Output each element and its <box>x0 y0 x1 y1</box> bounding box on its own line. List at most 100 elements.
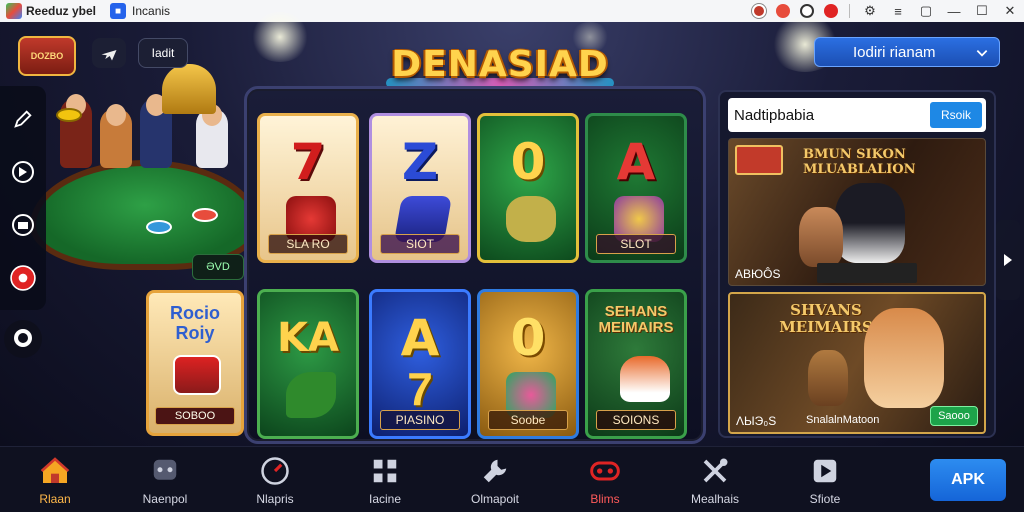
spotlight <box>250 12 310 62</box>
reel-tile[interactable]: A SLOT <box>585 113 687 263</box>
server-select-dropdown[interactable]: Iodiri rianam <box>814 37 1000 67</box>
nav-label: Rlaan <box>39 491 71 506</box>
record-icon[interactable] <box>824 4 838 18</box>
home-icon <box>38 454 72 488</box>
reel-symbol: A <box>400 309 440 367</box>
husky-dog-icon <box>835 183 905 263</box>
wrench-icon <box>478 454 512 488</box>
tools-icon <box>698 454 732 488</box>
featured-game-card[interactable]: SHVANS MEIMAIRS ΛЫЭ₀Ѕ SnalalnMatoon Saoo… <box>728 292 986 434</box>
controller-icon <box>148 454 182 488</box>
nav-item-wrench[interactable]: Olmapoit <box>440 447 550 512</box>
account-avatar-icon[interactable] <box>752 4 766 18</box>
reel-tile[interactable]: SEHANS MEIMAIRS SOIONS <box>585 289 687 439</box>
reel-tile[interactable]: 0 Soobe <box>477 289 579 439</box>
chevron-down-icon <box>976 50 988 57</box>
notification-icon[interactable] <box>776 4 790 18</box>
game-tile-side[interactable]: Rocio Roiy SOBOO <box>146 290 244 436</box>
close-icon[interactable]: ✕ <box>996 0 1024 22</box>
compass-icon <box>12 160 34 183</box>
chat-button[interactable] <box>4 320 42 358</box>
reel-symbol: Z <box>401 133 439 191</box>
reel-label: SOIONS <box>596 410 676 430</box>
screenshot-button[interactable] <box>9 211 37 239</box>
card-title: BMUN SIKON MLUABLALION <box>803 147 916 177</box>
seven-symbol-icon: 7 <box>407 363 433 415</box>
fox-icon <box>864 308 944 408</box>
nav-item-play[interactable]: Sfiote <box>770 447 880 512</box>
record-button[interactable] <box>9 264 37 292</box>
minimize-icon[interactable]: — <box>940 0 968 22</box>
reel-symbol: 7 <box>290 133 326 191</box>
apk-button[interactable]: APK <box>930 459 1006 501</box>
fox-icon <box>620 356 670 402</box>
trophy-crown-icon <box>162 64 216 114</box>
nav-label: Blims <box>590 491 620 506</box>
nav-item-controller[interactable]: Naenpol <box>110 447 220 512</box>
game-logo-badge[interactable]: DOZBO <box>18 36 76 76</box>
panel-header-button[interactable]: Rsoik <box>930 102 982 128</box>
bottom-navigation: Rlaan Naenpol Nlapris Iacine Olmapoit Bl… <box>0 446 1024 512</box>
camera-icon <box>12 213 34 236</box>
gauge-icon <box>258 454 292 488</box>
card-footer: ΛЫЭ₀Ѕ <box>736 414 777 428</box>
settings-icon[interactable]: ⚙ <box>856 0 884 22</box>
reel-tile[interactable]: 7 SLA RO <box>257 113 359 263</box>
gamepad-red-icon <box>588 454 622 488</box>
maximize-icon[interactable]: ☐ <box>968 0 996 22</box>
chip-stack-icon <box>56 108 82 122</box>
reel-tile[interactable]: A 7 PIASINO <box>369 289 471 439</box>
reel-title-art: SEHANS MEIMAIRS <box>598 303 674 336</box>
nav-item-grid[interactable]: Iacine <box>330 447 440 512</box>
side-tile-label: SOBOO <box>155 407 235 425</box>
app-logo-icon <box>6 3 22 19</box>
panel-title: Nadtipbabia <box>734 106 815 124</box>
edit-tool-button[interactable] <box>9 105 37 133</box>
card-badge-icon <box>735 145 783 175</box>
nav-item-games[interactable]: Blims <box>550 447 660 512</box>
mode-chip[interactable]: Iadit <box>138 38 188 68</box>
reel-tile[interactable]: 0 <box>477 113 579 263</box>
tab-title[interactable]: Incanis <box>132 4 170 18</box>
nav-item-home[interactable]: Rlaan <box>0 447 110 512</box>
nav-item-tools[interactable]: Mealhais <box>660 447 770 512</box>
tab-icon[interactable]: ■ <box>110 3 127 19</box>
player-figure <box>100 104 132 168</box>
reel-tile[interactable]: Z SIOT <box>369 113 471 263</box>
leaf-icon <box>506 196 556 242</box>
card-console-icon <box>817 263 917 283</box>
card-footer: ABЮÔS <box>735 267 781 281</box>
reel-symbol: A <box>616 133 656 191</box>
chip-stack-icon <box>192 208 218 222</box>
play-icon <box>808 454 842 488</box>
select-value: Iodiri rianam <box>853 43 936 61</box>
player-figure <box>196 104 228 168</box>
left-toolbar <box>0 86 46 310</box>
card-play-button[interactable]: Saooo <box>930 406 978 426</box>
table-tag[interactable]: ƏVD <box>192 254 244 280</box>
reel-label: SIOT <box>380 234 460 254</box>
card-caption: SnalalnMatoon <box>806 414 880 426</box>
reel-tile[interactable]: KA <box>257 289 359 439</box>
featured-panel: Nadtipbabia Rsoik BMUN SIKON MLUABLALION… <box>718 90 996 438</box>
nav-label: Iacine <box>368 491 402 506</box>
nav-label: Olmapoit <box>470 491 520 506</box>
pencil-icon <box>14 109 32 128</box>
airplane-icon <box>101 50 117 61</box>
game-title: DENASIAD <box>391 43 609 85</box>
help-icon[interactable] <box>800 4 814 18</box>
navigate-button[interactable] <box>9 158 37 186</box>
titlebar-divider <box>849 4 850 18</box>
reel-label: SLOT <box>596 234 676 254</box>
weasel-icon <box>808 350 848 406</box>
featured-game-card[interactable]: BMUN SIKON MLUABLALION ABЮÔS <box>728 138 986 286</box>
reel-symbol: 0 <box>510 309 546 367</box>
menu-icon[interactable]: ≡ <box>884 0 912 22</box>
nav-item-gauge[interactable]: Nlapris <box>220 447 330 512</box>
next-arrow-button[interactable] <box>996 220 1020 300</box>
nav-label: Nlapris <box>256 491 294 506</box>
window-restore-icon[interactable]: ▢ <box>912 0 940 22</box>
app-name: Reeduz ybel <box>26 4 97 18</box>
window-titlebar: Reeduz ybel ■ Incanis ⚙ ≡ ▢ — ☐ ✕ <box>0 0 1024 22</box>
pin-button[interactable] <box>92 38 126 68</box>
